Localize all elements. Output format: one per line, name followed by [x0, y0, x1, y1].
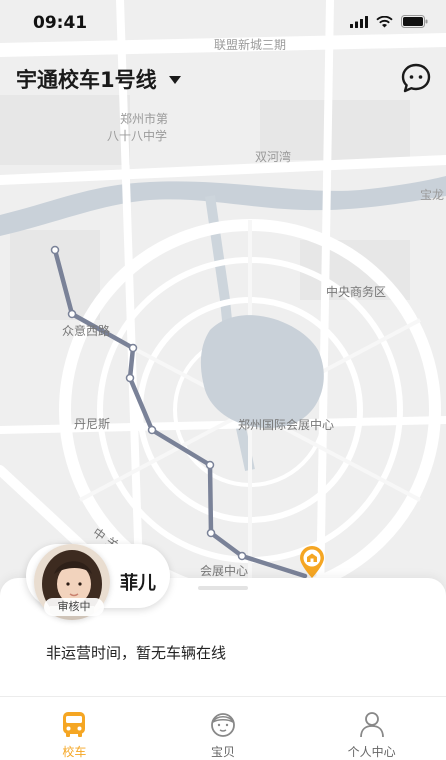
school-location-icon[interactable]: [298, 545, 326, 579]
service-status-message: 非运营时间，暂无车辆在线: [46, 644, 227, 662]
tab-label: 宝贝: [211, 745, 236, 759]
wifi-icon: [376, 15, 393, 27]
map-label-expo-stop: 会展中心: [200, 564, 249, 578]
caret-down-icon: [168, 76, 181, 84]
map-label-baolong: 宝龙: [420, 188, 445, 202]
tab-school-bus[interactable]: 校车: [0, 697, 149, 760]
chat-bubble-icon[interactable]: [400, 62, 432, 94]
baby-icon: [211, 713, 235, 737]
map-label-danisi: 丹尼斯: [74, 417, 111, 431]
tab-label: 校车: [62, 745, 87, 759]
status-badge: 审核中: [44, 598, 104, 616]
route-title: 宇通校车1号线: [16, 68, 157, 92]
map-label-zhongyi-road: 众意西路: [62, 324, 111, 338]
status-bar: 09:41: [0, 0, 446, 44]
map-label-expo-center: 郑州国际会展中心: [238, 418, 335, 432]
cellular-signal-icon: [350, 15, 368, 28]
map-label-shuanghewan: 双河湾: [255, 150, 292, 164]
status-icons: [350, 15, 428, 28]
map-label-school-line2: 八十八中学: [107, 129, 168, 143]
map-label-school-line1: 郑州市第: [120, 112, 169, 126]
tab-bar: 校车 宝贝 个人中心: [0, 696, 446, 760]
status-time: 09:41: [33, 13, 88, 33]
route-selector[interactable]: 宇通校车1号线: [16, 64, 181, 94]
tab-label: 个人中心: [347, 745, 396, 759]
person-icon: [359, 712, 384, 738]
battery-icon: [401, 15, 428, 28]
map-label-cbd: 中央商务区: [326, 285, 387, 299]
kid-name: 菲儿: [120, 573, 156, 594]
sheet-drag-handle[interactable]: [198, 586, 248, 590]
bus-icon: [63, 712, 86, 737]
tab-profile[interactable]: 个人中心: [297, 697, 446, 760]
tab-baby[interactable]: 宝贝: [149, 697, 298, 760]
